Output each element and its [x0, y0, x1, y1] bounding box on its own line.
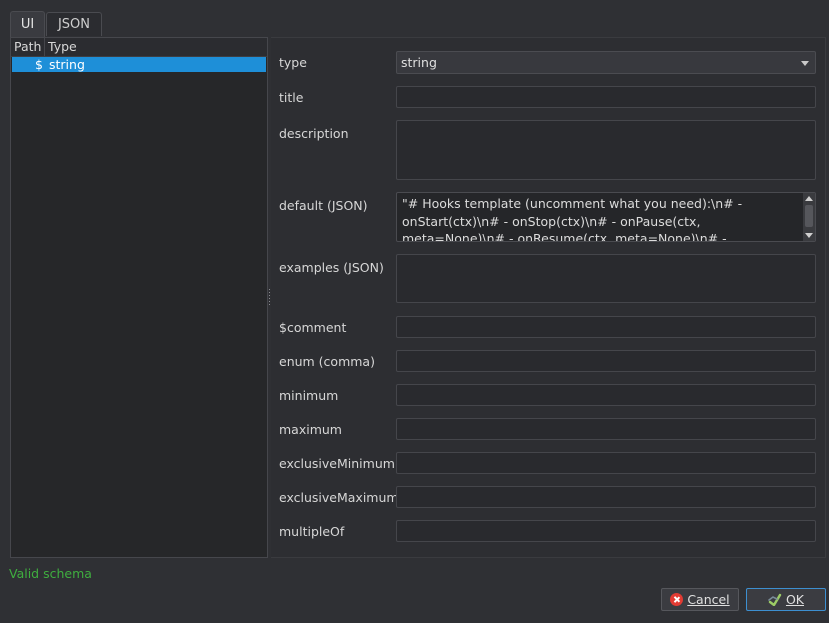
maximum-input[interactable]: [396, 418, 816, 440]
ok-icon: [768, 593, 782, 606]
maximum-label: maximum: [279, 422, 342, 437]
cancel-icon: [670, 593, 684, 606]
column-header-type[interactable]: Type: [48, 39, 77, 54]
examples-label: examples (JSON): [279, 260, 384, 275]
splitter-grip-icon: [269, 289, 270, 307]
tab-ui-label: UI: [20, 17, 35, 32]
schema-tree[interactable]: Path Type $ string: [10, 37, 268, 558]
validation-status: Valid schema: [9, 566, 92, 581]
comment-input[interactable]: [396, 316, 816, 338]
tab-json-label: JSON: [57, 17, 91, 32]
exclusive-maximum-input[interactable]: [396, 486, 816, 508]
examples-json-input[interactable]: [396, 254, 816, 303]
ok-button-label: OK: [785, 592, 805, 607]
type-label: type: [279, 55, 307, 70]
tree-row-path: $: [35, 57, 43, 72]
chevron-down-icon: [801, 61, 809, 66]
default-json-input[interactable]: "# Hooks template (uncomment what you ne…: [396, 192, 816, 242]
column-separator[interactable]: [44, 38, 45, 56]
type-select-value: string: [401, 55, 437, 70]
exclusive-minimum-label: exclusiveMinimum: [279, 456, 395, 471]
default-label: default (JSON): [279, 198, 368, 213]
cancel-button-label: Cancel: [687, 592, 730, 607]
multiple-of-input[interactable]: [396, 520, 816, 542]
title-label: title: [279, 90, 304, 105]
description-input[interactable]: [396, 120, 816, 180]
exclusive-minimum-input[interactable]: [396, 452, 816, 474]
tab-json[interactable]: JSON: [46, 12, 102, 36]
ok-button[interactable]: OK: [746, 588, 826, 611]
comment-label: $comment: [279, 320, 347, 335]
minimum-input[interactable]: [396, 384, 816, 406]
enum-input[interactable]: [396, 350, 816, 372]
exclusive-maximum-label: exclusiveMaximum: [279, 490, 399, 505]
cancel-button[interactable]: Cancel: [661, 588, 739, 611]
multiple-of-label: multipleOf: [279, 524, 345, 539]
enum-label: enum (comma): [279, 354, 375, 369]
tab-ui[interactable]: UI: [10, 11, 45, 37]
default-json-text: "# Hooks template (uncomment what you ne…: [402, 196, 743, 242]
minimum-label: minimum: [279, 388, 339, 403]
type-select[interactable]: string: [396, 51, 816, 74]
tree-header: Path Type: [11, 38, 267, 57]
scroll-up-icon[interactable]: [805, 196, 813, 201]
scroll-down-icon[interactable]: [805, 233, 813, 238]
scroll-thumb[interactable]: [805, 205, 813, 227]
default-json-scrollbar[interactable]: [803, 193, 815, 241]
title-input[interactable]: [396, 86, 816, 108]
description-label: description: [279, 126, 349, 141]
column-header-path[interactable]: Path: [14, 39, 41, 54]
tree-row-root[interactable]: $ string: [12, 57, 266, 72]
tree-row-type: string: [49, 57, 85, 72]
